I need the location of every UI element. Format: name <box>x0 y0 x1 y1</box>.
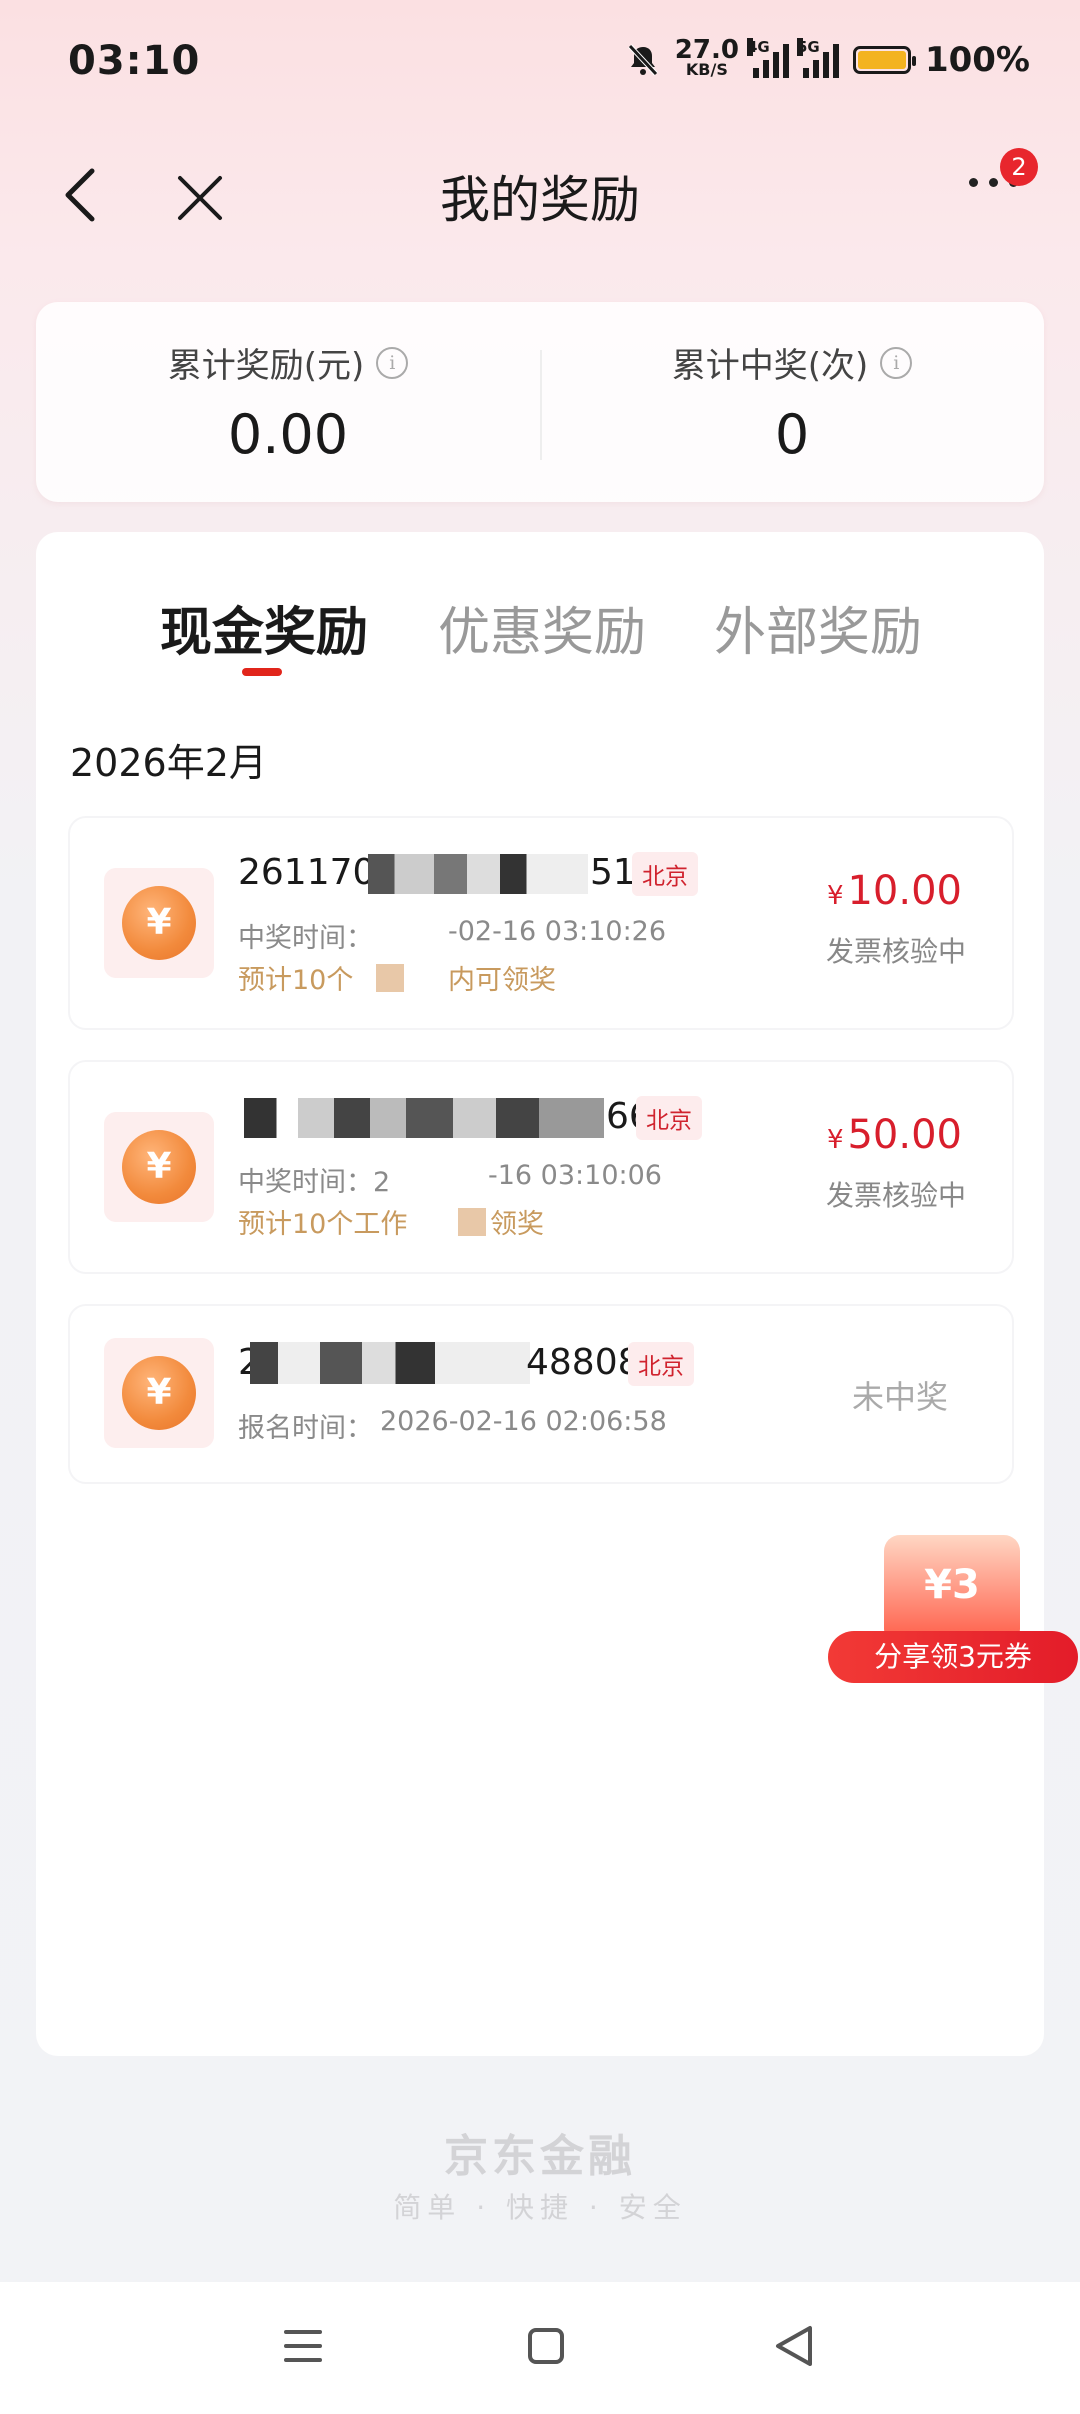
total-wins-label: 累计中奖(次) <box>671 346 869 386</box>
status-time: 03:10 <box>68 38 201 84</box>
status-icons: 27.0 KB/S 4G 5G 100% <box>625 35 1030 80</box>
record-time-label: 中奖时间：2 <box>238 1167 391 1198</box>
active-tab-indicator <box>242 668 282 676</box>
info-icon[interactable]: i <box>880 346 913 379</box>
redacted-block <box>458 1208 486 1236</box>
coin-icon-box: ¥ <box>104 1338 214 1448</box>
reward-record[interactable]: ¥ 664 北京 中奖时间：2 -16 03:10:06 预计10个工作 领奖 … <box>68 1060 1014 1274</box>
reward-summary-card: 累计奖励(元) i 0.00 累计中奖(次) i 0 <box>36 302 1044 502</box>
record-note-prefix: 预计10个工作 <box>238 1209 408 1240</box>
system-back-icon[interactable] <box>772 2322 816 2370</box>
record-amount: ¥50.00 <box>826 1112 962 1158</box>
signal-5g-label: 5G <box>796 38 820 56</box>
record-status: 发票核验中 <box>825 1179 966 1212</box>
yen-coin-icon: ¥ <box>122 1130 196 1204</box>
reward-record[interactable]: ¥ 2 4880811 北京 报名时间： 2026-02-16 02:06:58… <box>68 1304 1014 1484</box>
signal-4g-label: 4G <box>746 38 770 56</box>
mute-bell-icon <box>627 44 658 76</box>
record-time-label: 报名时间： <box>238 1413 373 1444</box>
record-time-label: 中奖时间： <box>238 923 373 954</box>
month-header: 2026年2月 <box>70 741 267 785</box>
record-status: 未中奖 <box>851 1378 948 1416</box>
redacted-block <box>250 1342 530 1384</box>
brand-logo-text: 京东金融 <box>444 2131 636 2182</box>
coin-icon-box: ¥ <box>104 1112 214 1222</box>
battery-percent: 100% <box>924 40 1030 80</box>
yen-coin-icon: ¥ <box>122 886 196 960</box>
record-amount: ¥10.00 <box>826 868 962 914</box>
reward-record[interactable]: ¥ 2611700 519 北京 中奖时间： -02-16 03:10:26 预… <box>68 816 1014 1030</box>
city-tag: 北京 <box>636 1096 702 1140</box>
red-packet-icon: ¥3 <box>884 1535 1020 1645</box>
record-note-suffix: 内可领奖 <box>448 965 556 996</box>
city-tag: 北京 <box>628 1342 694 1386</box>
record-time-value: -16 03:10:06 <box>488 1160 662 1191</box>
yen-coin-icon: ¥ <box>122 1356 196 1430</box>
share-coupon-button[interactable]: 分享领3元券 <box>828 1631 1078 1683</box>
share-coupon-widget[interactable]: ¥3 分享领3元券 <box>828 1535 1078 1685</box>
tab-external-reward[interactable]: 外部奖励 <box>714 590 922 665</box>
page-title: 我的奖励 <box>440 171 640 229</box>
signal-4g-icon: 4G <box>746 38 789 78</box>
total-reward-value: 0.00 <box>227 403 349 466</box>
record-note-prefix: 预计10个 <box>238 965 354 996</box>
tab-cash-reward[interactable]: 现金奖励 <box>160 590 368 665</box>
more-dot-icon <box>969 178 978 187</box>
total-wins-column: 累计中奖(次) i 0 <box>540 302 1044 502</box>
brand-slogan: 简单 · 快捷 · 安全 <box>393 2191 687 2224</box>
redacted-block <box>244 1098 604 1138</box>
record-time-value: -02-16 03:10:26 <box>448 916 667 947</box>
speed-value: 27.0 <box>674 35 739 65</box>
redacted-block <box>368 854 588 894</box>
battery-icon <box>852 46 916 74</box>
total-reward-label: 累计奖励(元) <box>167 346 365 386</box>
record-note-suffix: 领奖 <box>490 1209 544 1240</box>
redacted-block <box>376 964 404 992</box>
speed-unit: KB/S <box>685 60 728 79</box>
total-wins-value: 0 <box>774 403 810 466</box>
home-icon[interactable] <box>528 2328 564 2364</box>
info-icon[interactable]: i <box>376 346 409 379</box>
signal-5g-icon: 5G <box>796 38 839 78</box>
record-status: 发票核验中 <box>825 935 966 968</box>
tab-discount-reward[interactable]: 优惠奖励 <box>438 590 646 665</box>
recent-apps-icon[interactable] <box>284 2330 322 2372</box>
record-time-value: 2026-02-16 02:06:58 <box>380 1406 667 1437</box>
total-reward-column: 累计奖励(元) i 0.00 <box>36 302 540 502</box>
network-speed: 27.0 KB/S <box>674 35 739 80</box>
city-tag: 北京 <box>632 852 698 896</box>
coin-icon-box: ¥ <box>104 868 214 978</box>
more-dot-icon <box>989 178 998 187</box>
notification-badge: 2 <box>1000 148 1038 186</box>
